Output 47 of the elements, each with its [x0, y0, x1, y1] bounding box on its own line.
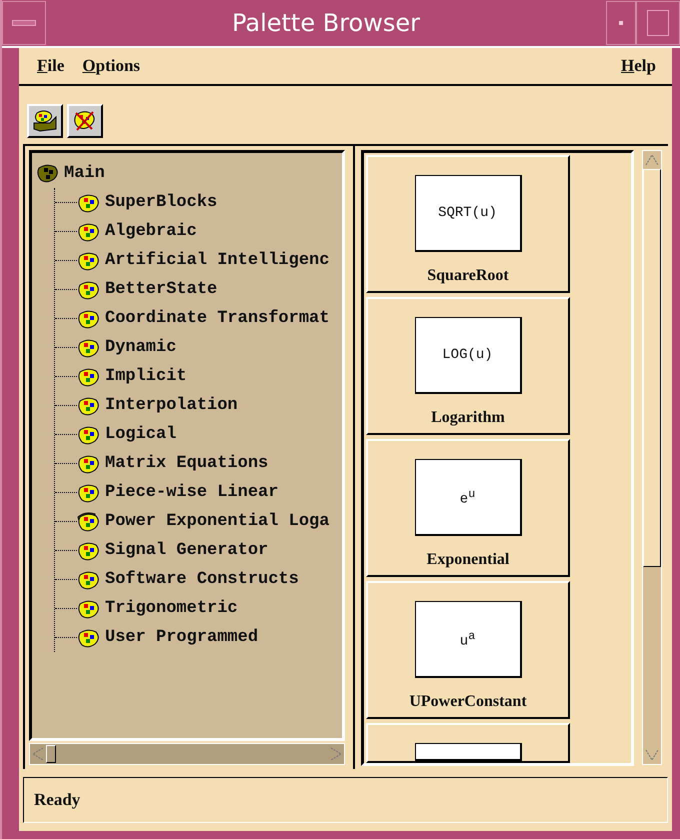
block-expression: LOG(u) [442, 347, 493, 363]
tree-item[interactable]: Interpolation [105, 396, 238, 415]
tree-item[interactable]: Signal Generator [105, 541, 268, 560]
block-card[interactable] [366, 723, 570, 763]
close-palette-button[interactable] [67, 104, 103, 138]
block-name: Exponential [426, 551, 510, 569]
block-card[interactable]: e$^{u}$ Exponential [366, 439, 570, 577]
block-expression: SQRT(u) [438, 205, 497, 221]
tree-item[interactable]: SuperBlocks [105, 193, 218, 212]
tree-item[interactable]: Implicit [105, 367, 187, 386]
menu-item[interactable]: File [37, 56, 64, 76]
tree-item[interactable]: Algebraic [105, 222, 197, 241]
scroll-down-icon[interactable] [643, 746, 661, 764]
maximize-button[interactable] [636, 1, 680, 45]
tree-item[interactable]: Power Exponential Loga [105, 512, 330, 531]
tree-item[interactable]: Matrix Equations [105, 454, 268, 473]
block-name: SquareRoot [427, 267, 509, 285]
window-title: Palette Browser [230, 9, 421, 37]
tree-item[interactable]: Main [36, 159, 342, 188]
block-card[interactable]: SQRT(u) SquareRoot [366, 155, 570, 293]
block-name: Logarithm [431, 409, 505, 427]
scroll-thumb[interactable] [643, 169, 661, 567]
tree-item[interactable]: Coordinate Transformat [105, 309, 330, 328]
status-text: Ready [34, 790, 80, 810]
horizontal-scrollbar[interactable] [29, 743, 345, 765]
scroll-up-icon[interactable] [643, 151, 661, 169]
minimize-button[interactable] [606, 1, 636, 45]
block-card[interactable]: u$^{a}$ UPowerConstant [366, 581, 570, 719]
tree-item[interactable]: Logical [105, 425, 176, 444]
tree-item[interactable]: Piece-wise Linear [105, 483, 278, 502]
scroll-thumb[interactable] [46, 745, 56, 763]
tree-item[interactable]: Artificial Intelligenc [105, 251, 330, 270]
block-expression: u$^{a}$ [460, 628, 476, 650]
palette-folder-icon [32, 109, 58, 133]
block-card[interactable]: LOG(u) Logarithm [366, 297, 570, 435]
open-palette-button[interactable] [27, 104, 63, 138]
tree-item[interactable]: BetterState [105, 280, 218, 299]
vertical-scrollbar[interactable] [642, 150, 662, 765]
menu-item[interactable]: Options [82, 56, 140, 76]
tree-item[interactable]: Software Constructs [105, 570, 299, 589]
help-menu[interactable]: Help [621, 56, 656, 76]
tree-item[interactable]: User Programmed [105, 628, 258, 647]
block-name: UPowerConstant [409, 693, 527, 711]
window-menu-button[interactable] [2, 1, 46, 45]
tree-item[interactable]: Trigonometric [105, 599, 238, 618]
block-expression: e$^{u}$ [460, 486, 476, 508]
tree-item[interactable]: Dynamic [105, 338, 176, 357]
